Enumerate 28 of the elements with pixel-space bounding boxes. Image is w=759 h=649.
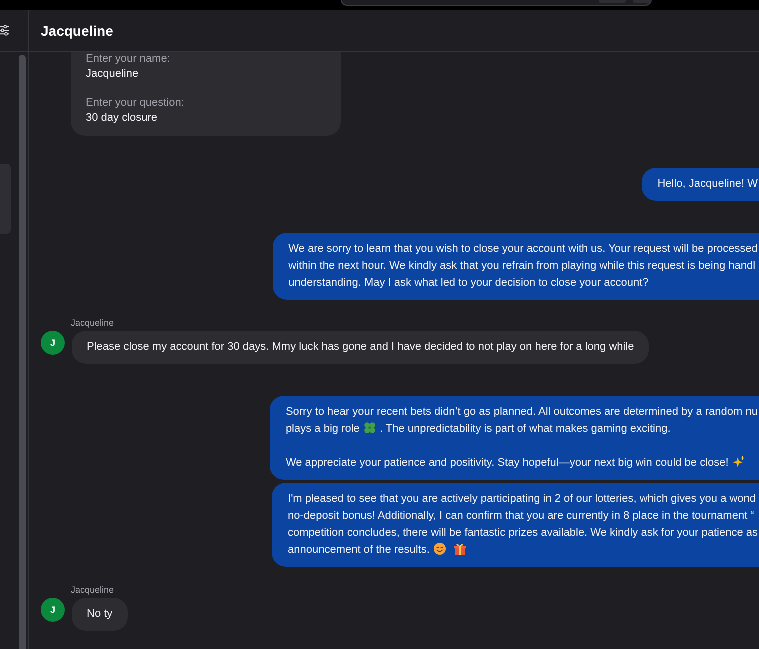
avatar: J: [41, 598, 65, 622]
sparkles-icon: [732, 456, 745, 468]
message-text: competition concludes, there will be fantastic prizes available. We kindly ask for your patience as: [288, 527, 758, 539]
message-text: We appreciate your patience and positivity. Stay hopeful—your next big win could be close!: [286, 457, 729, 469]
search-field[interactable]: [341, 0, 652, 6]
message-text: I'm pleased to see that you are actively participating in 2 of our lotteries, which gives you a wond: [288, 493, 756, 505]
message-text: No ty: [87, 607, 113, 622]
message-text: Sorry to hear your recent bets didn’t go as planned. All outcomes are determined by a random nu: [286, 406, 758, 418]
clover-icon: [364, 422, 376, 434]
message-text: . The unpredictability is part of what makes gaming exciting.: [380, 423, 671, 435]
message-text: Hello, Jacqueline! W: [658, 177, 758, 192]
chat-title: Jacqueline: [41, 22, 114, 40]
sliders-icon[interactable]: [0, 25, 9, 36]
field-label: Enter your question:: [86, 96, 184, 110]
message-text: plays a big role: [286, 423, 360, 435]
message-text: announcement of the results.: [288, 544, 430, 556]
message-text: We are sorry to learn that you wish to close your account with us. Your request will be processed within the next hour. We kindly ask that you refrain from playing while this request is being handl understanding. May I ask what led to your decision to close your account?: [288, 242, 758, 291]
field-value: 30 day closure: [86, 111, 158, 126]
gift-icon: [454, 543, 466, 555]
sender-name: Jacqueline: [71, 317, 114, 329]
field-value: Jacqueline: [86, 67, 139, 82]
sender-name: Jacqueline: [71, 584, 114, 596]
message-text: no-deposit bonus! Additionally, I can confirm that you are currently in 8 place in the tournament “: [288, 510, 754, 522]
avatar: J: [41, 331, 65, 355]
scrollbar-thumb[interactable]: [19, 55, 26, 649]
field-label: Enter your name:: [86, 52, 170, 66]
smiley-icon: [434, 543, 446, 555]
message-text: Please close my account for 30 days. Mmy luck has gone and I have decided to not play on here for a long while: [87, 340, 634, 355]
